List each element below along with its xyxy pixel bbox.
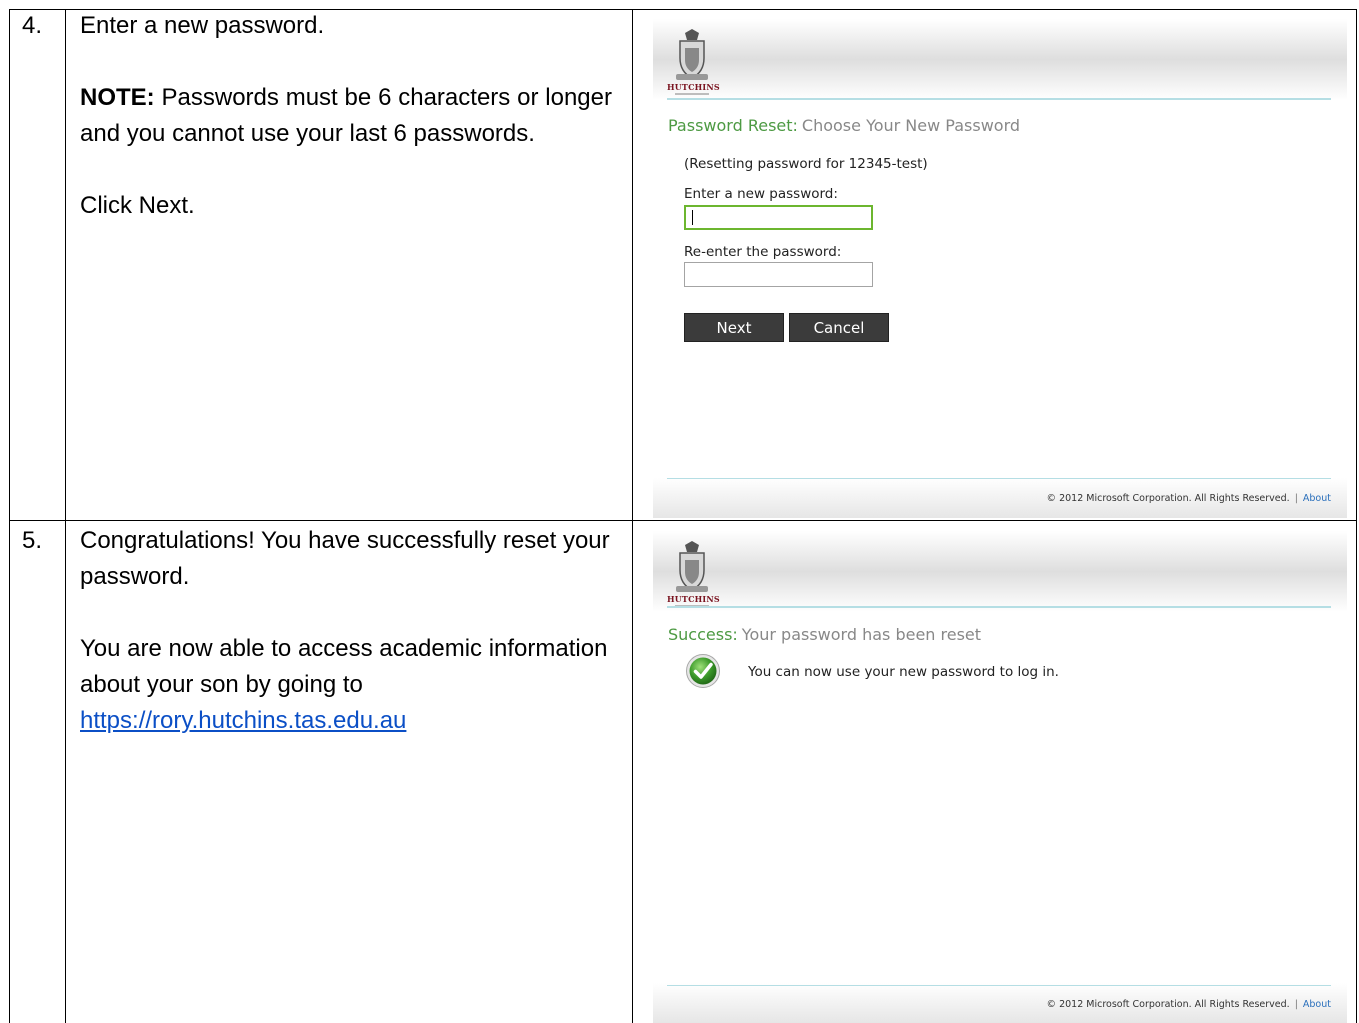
step-number: 4. <box>22 12 43 39</box>
footer-separator: | <box>1294 999 1298 1010</box>
header-divider <box>667 98 1331 100</box>
page-footer: © 2012 Microsoft Corporation. All Rights… <box>1047 999 1331 1010</box>
success-message: You can now use your new password to log… <box>748 664 1059 680</box>
table-col-divider-2 <box>632 9 633 1023</box>
text-caret <box>692 210 693 225</box>
reenter-password-label: Re-enter the password: <box>684 244 842 260</box>
password-reset-screenshot: HUTCHINS Password Reset: Choose Your New … <box>653 10 1347 518</box>
congratulations-text: Congratulations! You have successfully r… <box>80 527 610 590</box>
hutchins-logo: HUTCHINS <box>667 28 720 98</box>
heading-description: Your password has been reset <box>741 625 982 644</box>
crest-icon <box>676 29 708 80</box>
access-info-text: You are now able to access academic info… <box>80 635 608 698</box>
step-4-instructions: Enter a new password. NOTE: Passwords mu… <box>80 8 612 224</box>
hutchins-logo: HUTCHINS <box>667 540 720 610</box>
about-link[interactable]: About <box>1303 493 1331 504</box>
heading-label: Password Reset: <box>668 116 798 135</box>
reenter-password-input[interactable] <box>684 262 873 287</box>
footer-copyright: © 2012 Microsoft Corporation. All Rights… <box>1046 493 1290 504</box>
logo-text: HUTCHINS <box>667 82 720 92</box>
step-number: 5. <box>22 527 43 554</box>
next-button[interactable]: Next <box>684 313 784 342</box>
table-border-right <box>1356 9 1357 1023</box>
crest-icon <box>676 541 708 592</box>
about-link[interactable]: About <box>1303 999 1331 1010</box>
page-heading: Password Reset: Choose Your New Password <box>668 116 1020 135</box>
heading-label: Success: <box>668 625 738 644</box>
click-next-instruction: Click Next. <box>80 192 195 219</box>
note-text: Passwords must be 6 characters or longer… <box>80 84 612 147</box>
footer-divider <box>667 478 1331 479</box>
table-border-left <box>9 9 10 1023</box>
new-password-label: Enter a new password: <box>684 186 838 202</box>
resetting-for-text: (Resetting password for 12345-test) <box>684 156 928 172</box>
footer-copyright: © 2012 Microsoft Corporation. All Rights… <box>1046 999 1290 1010</box>
password-reset-success-screenshot: HUTCHINS Success: Your password has been … <box>653 522 1347 1023</box>
table-col-divider-1 <box>65 9 66 1023</box>
cancel-button[interactable]: Cancel <box>789 313 889 342</box>
heading-description: Choose Your New Password <box>801 116 1021 135</box>
page-footer: © 2012 Microsoft Corporation. All Rights… <box>1047 493 1331 504</box>
logo-text: HUTCHINS <box>667 594 720 604</box>
success-checkmark-icon <box>686 654 720 688</box>
instruction-line: Enter a new password. <box>80 12 325 39</box>
footer-divider <box>667 985 1331 986</box>
portal-link[interactable]: https://rory.hutchins.tas.edu.au <box>80 707 406 734</box>
password-note: NOTE: Passwords must be 6 characters or … <box>80 80 612 152</box>
header-divider <box>667 606 1331 608</box>
new-password-input[interactable] <box>684 205 873 230</box>
note-label: NOTE: <box>80 84 155 111</box>
table-row-divider <box>9 520 1357 521</box>
step-5-instructions: Congratulations! You have successfully r… <box>80 523 612 739</box>
footer-separator: | <box>1294 493 1298 504</box>
page-heading: Success: Your password has been reset <box>668 625 981 644</box>
